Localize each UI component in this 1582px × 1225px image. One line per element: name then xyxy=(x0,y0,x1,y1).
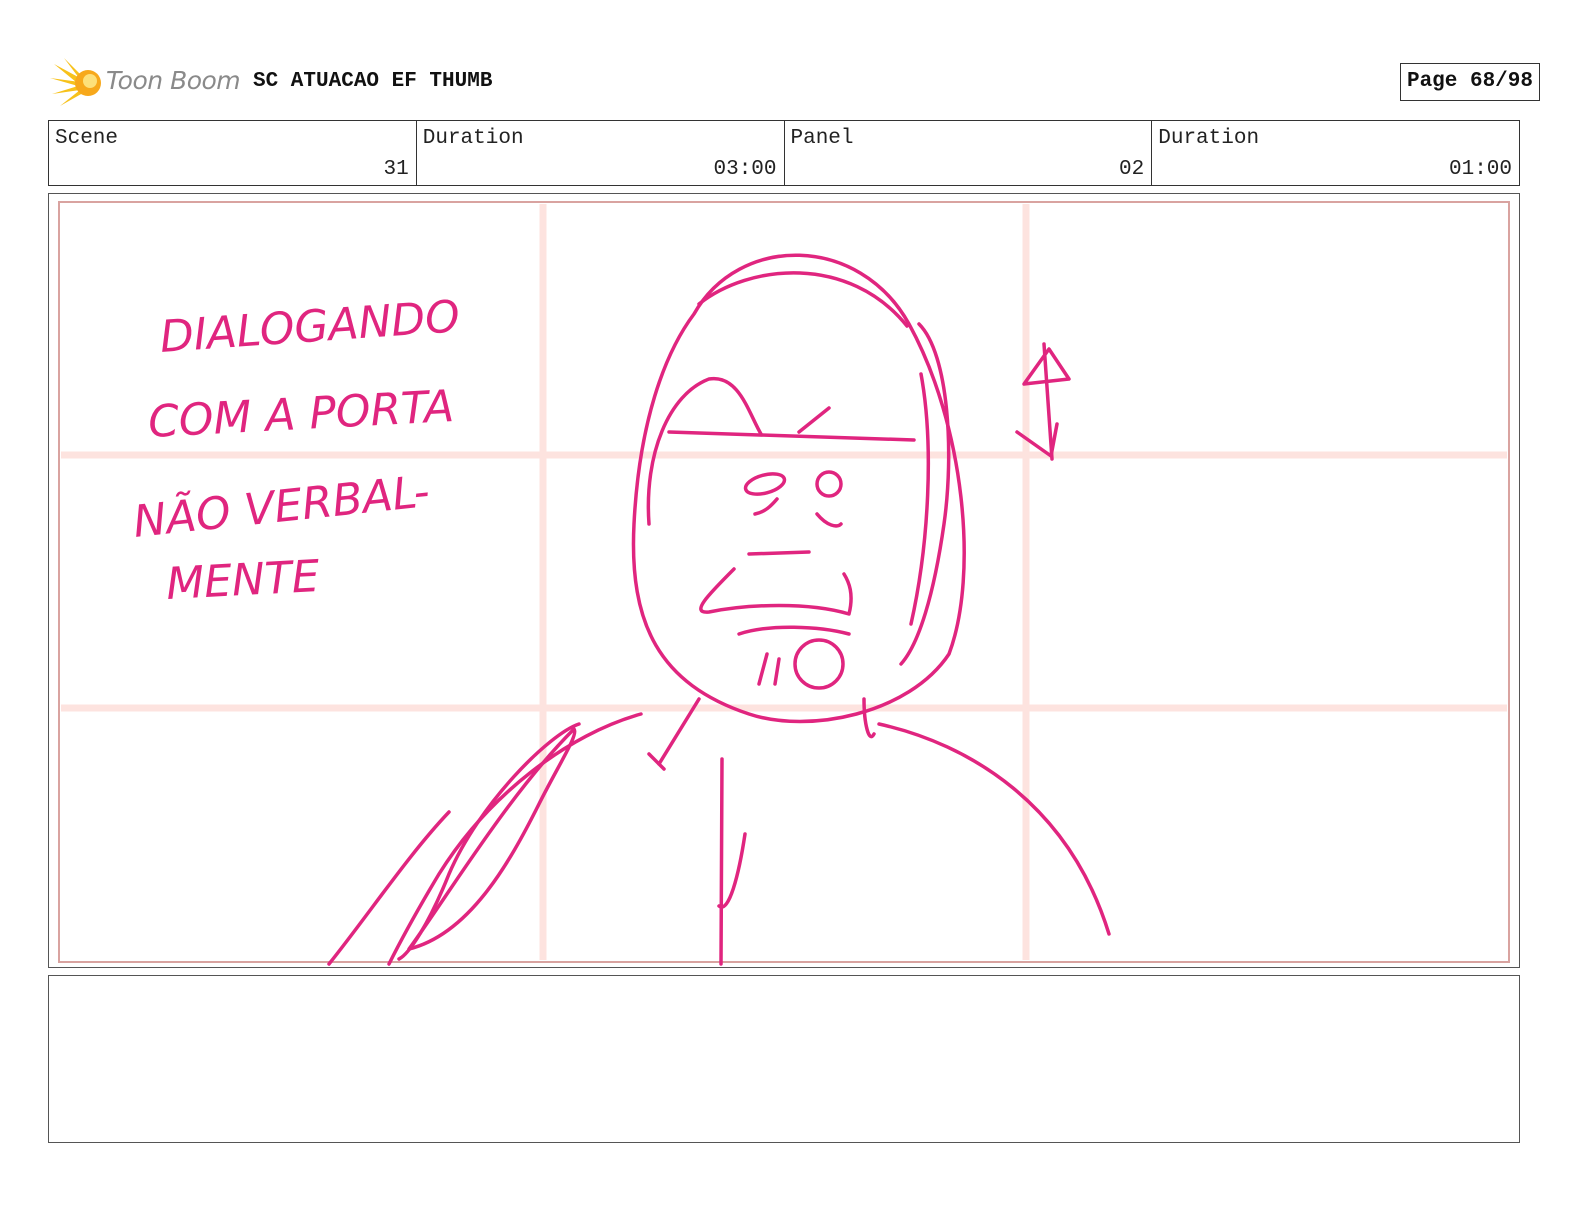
panel-cell: Panel 02 xyxy=(785,121,1153,185)
character-sketch xyxy=(327,253,1111,966)
panel-label: Panel xyxy=(790,127,854,150)
storyboard-header: Toon Boom SC ATUACAO EF THUMB Page 68/98 xyxy=(48,56,1540,110)
scene-cell: Scene 31 xyxy=(49,121,417,185)
handwritten-note: DIALOGANDO COM A PORTA NÃO VERBAL- MENTE xyxy=(131,291,462,610)
scene-duration-label: Duration xyxy=(422,127,524,150)
brand-name: Toon Boom xyxy=(106,66,241,95)
note-line-4: MENTE xyxy=(165,551,321,610)
scene-value: 31 xyxy=(383,158,409,181)
panel-duration-cell: Duration 01:00 xyxy=(1152,121,1519,185)
document-title: SC ATUACAO EF THUMB xyxy=(253,70,493,93)
panel-notes-box[interactable] xyxy=(48,975,1520,1143)
scene-duration-value: 03:00 xyxy=(713,158,777,181)
storyboard-panel: DIALOGANDO COM A PORTA NÃO VERBAL- MENTE xyxy=(48,193,1520,968)
note-line-2: COM A PORTA xyxy=(147,381,455,448)
toon-boom-logo: Toon Boom xyxy=(50,56,250,110)
panel-duration-label: Duration xyxy=(1158,127,1260,150)
panel-sketch: DIALOGANDO COM A PORTA NÃO VERBAL- MENTE xyxy=(58,201,1510,966)
panel-duration-value: 01:00 xyxy=(1448,158,1512,181)
starburst-icon xyxy=(50,58,101,106)
note-line-3: NÃO VERBAL- xyxy=(131,465,432,548)
panel-info-table: Scene 31 Duration 03:00 Panel 02 Duratio… xyxy=(48,120,1520,186)
panel-value: 02 xyxy=(1119,158,1145,181)
scene-duration-cell: Duration 03:00 xyxy=(417,121,785,185)
scene-label: Scene xyxy=(55,127,119,150)
page-indicator: Page 68/98 xyxy=(1399,63,1540,101)
note-line-1: DIALOGANDO xyxy=(158,291,461,363)
